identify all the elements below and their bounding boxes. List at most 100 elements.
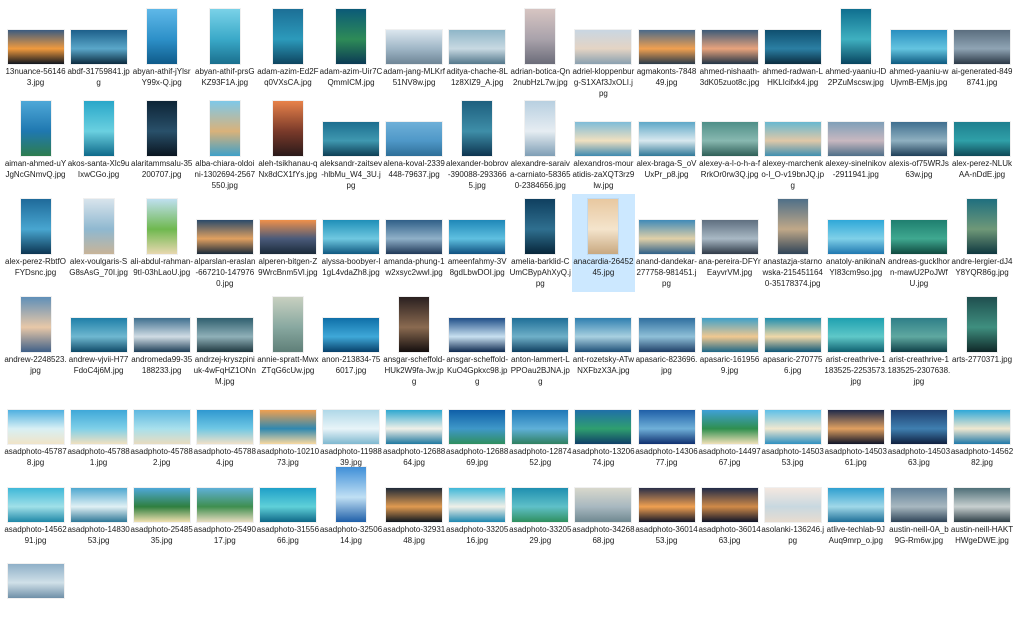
- file-item[interactable]: alparslan-eraslan-667210-1479760.jpg: [193, 194, 256, 292]
- thumbnail-frame: [951, 196, 1014, 254]
- file-item[interactable]: alexander-bobrov-390088-2933665.jpg: [446, 96, 509, 194]
- image-thumbnail: [638, 220, 695, 254]
- file-item[interactable]: ahmed-yaaniu-lD2PZuMscsw.jpg: [824, 4, 887, 102]
- file-item[interactable]: ahmed-yaaniu-wUjvmB-EMjs.jpg: [887, 4, 950, 102]
- file-item[interactable]: agmakonts-784849.jpg: [635, 4, 698, 102]
- file-item[interactable]: adam-azim-Ed2Fq0VXsCA.jpg: [256, 4, 319, 102]
- file-item[interactable]: atlive-techlab-9JAuq9mrp_o.jpg: [824, 462, 887, 560]
- image-thumbnail: [146, 9, 177, 64]
- file-item[interactable]: asadphoto-3250614.jpg: [320, 462, 383, 560]
- file-item[interactable]: austin-neill-0A_b9G-Rm6w.jpg: [887, 462, 950, 560]
- file-item[interactable]: alexey-marchenko-l_O-v19bnJQ.jpg: [761, 96, 824, 194]
- file-item[interactable]: alexis-of75WRJs63w.jpg: [887, 96, 950, 194]
- image-thumbnail: [449, 410, 506, 444]
- file-item[interactable]: asolanki-136246.jpg: [761, 462, 824, 560]
- file-name-label: alperen-bitgen-Z9WrcBnm5Vl.jpg: [258, 257, 318, 277]
- file-item[interactable]: anton-lammert-LPPOau2BJNA.jpg: [509, 292, 572, 390]
- file-item[interactable]: ansgar-scheffold-KuO4Gpkxc98.jpg: [446, 292, 509, 390]
- file-item[interactable]: alba-chiara-oldoini-1302694-2567550.jpg: [193, 96, 256, 194]
- image-thumbnail: [701, 122, 758, 156]
- file-item[interactable]: andre-lergier-dJ4Y8YQR86g.jpg: [951, 194, 1014, 292]
- thumbnail-frame: [193, 294, 256, 352]
- thumbnail-frame: [67, 386, 130, 444]
- file-item[interactable]: asadphoto-1483053.jpg: [67, 462, 130, 560]
- file-item[interactable]: ahmed-radwan-LHKLIcifxk4.jpg: [761, 4, 824, 102]
- file-item[interactable]: asadphoto-3426868.jpg: [572, 462, 635, 560]
- file-item[interactable]: andreas-gucklhorn-mawU2PoJWfU.jpg: [887, 194, 950, 292]
- file-item[interactable]: apasaric-1619569.jpg: [698, 292, 761, 390]
- file-item[interactable]: adrian-botica-Qn2nubHzL7w.jpg: [509, 4, 572, 102]
- thumbnail-frame: [256, 294, 319, 352]
- file-name-label: ahmed-radwan-LHKLIcifxk4.jpg: [762, 67, 823, 87]
- file-item[interactable]: ahmed-nishaath-3dK05zuot8c.jpg: [698, 4, 761, 102]
- file-item[interactable]: austin-neill-HAKTHWgeDWE.jpg: [951, 462, 1014, 560]
- file-item[interactable]: asadphoto-2549017.jpg: [193, 462, 256, 560]
- file-item[interactable]: apasaric-823696.jpg: [635, 292, 698, 390]
- file-item[interactable]: alperen-bitgen-Z9WrcBnm5Vl.jpg: [256, 194, 319, 292]
- file-item[interactable]: amelia-barklid-CUmCBypAhXyQ.jpg: [509, 194, 572, 292]
- thumbnail-frame: [256, 464, 319, 522]
- file-item[interactable]: [4, 538, 67, 636]
- file-item[interactable]: ali-abdul-rahman-9tI-03hLaoU.jpg: [130, 194, 193, 292]
- file-item[interactable]: abdf-31759841.jpg: [67, 4, 130, 102]
- file-item[interactable]: abyan-athif-jYlsrY99x-Q.jpg: [130, 4, 193, 102]
- file-item[interactable]: alexey-sinelnikov-2911941.jpg: [824, 96, 887, 194]
- file-name-label: alexandre-saraiva-carniato-583650-238465…: [510, 159, 571, 190]
- file-item[interactable]: andromeda99-35188233.jpg: [130, 292, 193, 390]
- file-item[interactable]: asadphoto-3601463.jpg: [698, 462, 761, 560]
- file-item[interactable]: 13nuance-561463.jpg: [4, 4, 67, 102]
- image-thumbnail: [701, 410, 758, 444]
- file-item[interactable]: arist-creathrive-1183525-2307638.jpg: [887, 292, 950, 390]
- file-item[interactable]: andrew-vjvii-H77FdoC4j6M.jpg: [67, 292, 130, 390]
- file-item[interactable]: akos-santa-Xlc9uIxwCGo.jpg: [67, 96, 130, 194]
- file-item[interactable]: anon-213834-756017.jpg: [320, 292, 383, 390]
- file-item[interactable]: anatoly-anikinaNYI83cm9so.jpg: [824, 194, 887, 292]
- file-item[interactable]: ant-rozetsky-ATwNXFbzX3A.jpg: [572, 292, 635, 390]
- file-item[interactable]: ameenfahmy-3V8gdLbwDOI.jpg: [446, 194, 509, 292]
- file-item[interactable]: asadphoto-2548535.jpg: [130, 462, 193, 560]
- image-thumbnail: [83, 199, 114, 254]
- file-item[interactable]: andrzej-kryszpiniuk-4wFqHZ1ONnM.jpg: [193, 292, 256, 390]
- image-thumbnail: [336, 467, 366, 522]
- file-item[interactable]: alex-perez-NLUkAA-nDdE.jpg: [951, 96, 1014, 194]
- file-item[interactable]: alexandros-mouratidis-zaXQT3rz9lw.jpg: [572, 96, 635, 194]
- file-item[interactable]: alexandre-saraiva-carniato-583650-238465…: [509, 96, 572, 194]
- file-item[interactable]: annie-spratt-MwxZTqG6cUw.jpg: [256, 292, 319, 390]
- file-item[interactable]: asadphoto-3320529.jpg: [509, 462, 572, 560]
- file-item[interactable]: ana-pereira-DFYrEayvrVM.jpg: [698, 194, 761, 292]
- file-item[interactable]: alex-voulgaris-SG8sAsG_70I.jpg: [67, 194, 130, 292]
- file-item[interactable]: aleksandr-zaitsev-hlbMu_W4_3U.jpg: [320, 96, 383, 194]
- file-item[interactable]: andrew-2248523.jpg: [4, 292, 67, 390]
- thumbnail-frame: [4, 386, 67, 444]
- thumbnail-frame: [761, 98, 824, 156]
- file-item[interactable]: asadphoto-3320516.jpg: [446, 462, 509, 560]
- file-item[interactable]: alyssa-boobyer-l1gL4vdaZh8.jpg: [320, 194, 383, 292]
- file-item[interactable]: ansgar-scheffold-HUk2W9fa-Jw.jpg: [383, 292, 446, 390]
- file-item[interactable]: adam-azim-Uir7CQmmICM.jpg: [320, 4, 383, 102]
- file-item[interactable]: alaritammsalu-35200707.jpg: [130, 96, 193, 194]
- file-item[interactable]: asadphoto-3601453.jpg: [635, 462, 698, 560]
- file-item[interactable]: anastazja-starnowska-2154511640-35178374…: [761, 194, 824, 292]
- file-item[interactable]: alex-perez-RbtfOFYDsnc.jpg: [4, 194, 67, 292]
- file-item[interactable]: arist-creathrive-1183525-2253573.jpg: [824, 292, 887, 390]
- file-item[interactable]: alena-koval-2339448-79637.jpg: [383, 96, 446, 194]
- file-item[interactable]: alexey-a-l-o-h-a-fRrkOr0rw3Q.jpg: [698, 96, 761, 194]
- file-item[interactable]: anand-dandekar-277758-981451.jpg: [635, 194, 698, 292]
- file-item[interactable]: amanda-phung-1w2xsyc2wwI.jpg: [383, 194, 446, 292]
- file-item[interactable]: apasaric-2707756.jpg: [761, 292, 824, 390]
- file-item[interactable]: arts-2770371.jpg: [951, 292, 1014, 390]
- file-item[interactable]: anacardia-2645245.jpg: [571, 194, 635, 292]
- file-name-label: annie-spratt-MwxZTqG6cUw.jpg: [257, 355, 319, 375]
- file-item[interactable]: aleh-tsikhanau-qNx8dCX1fYs.jpg: [256, 96, 319, 194]
- file-item[interactable]: alex-braga-S_oVUxPr_p8.jpg: [635, 96, 698, 194]
- file-item[interactable]: asadphoto-3293148.jpg: [383, 462, 446, 560]
- file-item[interactable]: aiman-ahmed-uYJgNcGNmvQ.jpg: [4, 96, 67, 194]
- file-item[interactable]: abyan-athif-prsGKZ93F1A.jpg: [193, 4, 256, 102]
- file-item[interactable]: adriel-kloppenburg-S1XAf3JxOLI.jpg: [572, 4, 635, 102]
- image-thumbnail: [449, 488, 506, 522]
- file-item[interactable]: ai-generated-8498741.jpg: [951, 4, 1014, 102]
- image-thumbnail: [525, 9, 556, 64]
- file-item[interactable]: aditya-chache-8L1z8XIZ9_A.jpg: [446, 4, 509, 102]
- file-item[interactable]: asadphoto-3155666.jpg: [256, 462, 319, 560]
- file-item[interactable]: adam-jang-MLKrf51NV8w.jpg: [383, 4, 446, 102]
